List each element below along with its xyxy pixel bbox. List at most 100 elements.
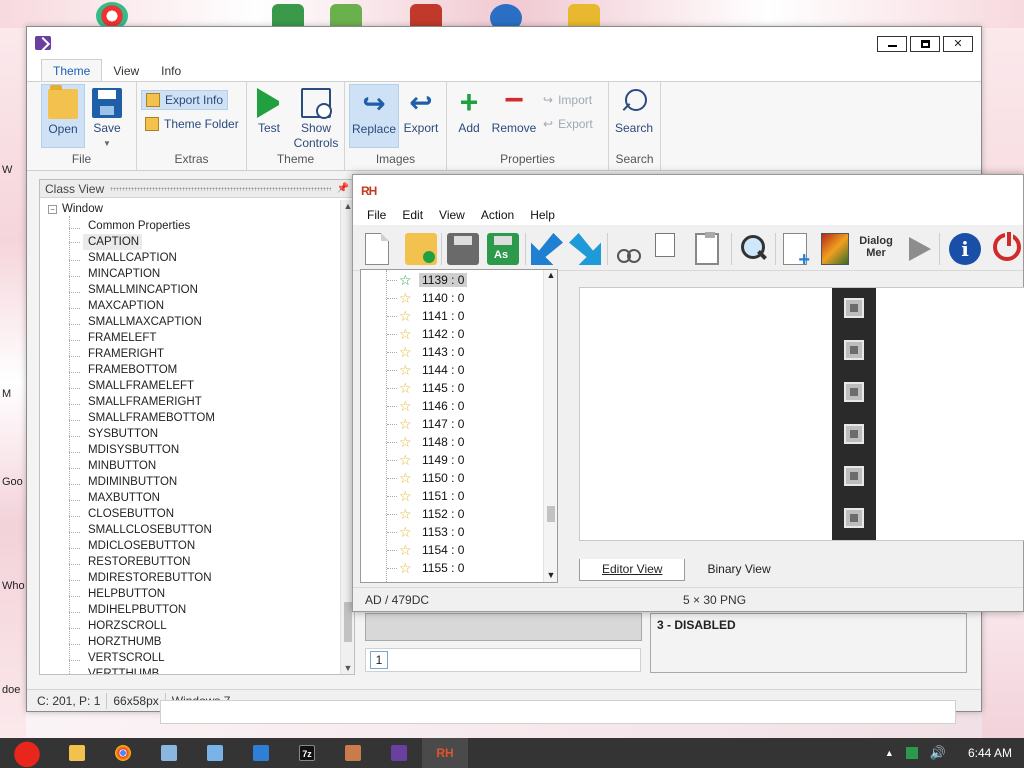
class-item[interactable]: HELPBUTTON — [83, 588, 168, 600]
dialog-merge-icon[interactable]: Dialog Mer — [857, 233, 895, 265]
class-item[interactable]: MDIRESTOREBUTTON — [83, 572, 215, 584]
class-item[interactable]: MINCAPTION — [83, 268, 163, 280]
class-item[interactable]: SMALLMAXCAPTION — [83, 316, 205, 328]
scroll-thumb[interactable] — [547, 506, 555, 522]
resource-item[interactable]: ☆ 1153 : 0 — [386, 523, 467, 541]
resource-item[interactable]: ☆ 1149 : 0 — [386, 451, 467, 469]
tab-binary-view[interactable]: Binary View — [685, 559, 792, 581]
resource-item[interactable]: ☆ 1143 : 0 — [386, 343, 467, 361]
search-button[interactable]: Search — [612, 84, 656, 148]
resource-item[interactable]: ☆ 1144 : 0 — [386, 361, 467, 379]
close-button[interactable]: ✕ — [943, 36, 973, 52]
class-item[interactable]: MINBUTTON — [83, 460, 159, 472]
taskbar-explorer[interactable] — [54, 738, 100, 768]
resource-item[interactable]: ☆ 1141 : 0 — [386, 307, 467, 325]
resource-item[interactable]: ☆ 1152 : 0 — [386, 505, 467, 523]
collapse-icon[interactable]: − — [48, 204, 57, 214]
resource-item[interactable]: ☆ 1139 : 0 — [386, 271, 468, 289]
menu-help[interactable]: Help — [522, 208, 563, 222]
maximize-button[interactable] — [910, 36, 940, 52]
theme-folder-button[interactable]: Theme Folder — [141, 114, 243, 134]
resource-item[interactable]: ☆ 1150 : 0 — [386, 469, 467, 487]
open-file-icon[interactable] — [405, 233, 437, 265]
menu-file[interactable]: File — [359, 208, 394, 222]
class-item[interactable]: FRAMERIGHT — [83, 348, 167, 360]
image-export-button[interactable]: ↩ Export — [399, 84, 443, 148]
show-hidden-icons-icon[interactable]: ▲ — [885, 748, 894, 758]
open-button[interactable]: Open — [41, 84, 85, 148]
replace-button[interactable]: ↪ Replace — [349, 84, 399, 148]
class-item[interactable]: SMALLFRAMELEFT — [83, 380, 197, 392]
class-item[interactable]: SMALLFRAMERIGHT — [83, 396, 205, 408]
scroll-down-icon[interactable]: ▼ — [544, 570, 558, 582]
taskbar-paint[interactable] — [146, 738, 192, 768]
resource-item[interactable]: ☆ 1142 : 0 — [386, 325, 467, 343]
taskbar-app[interactable] — [238, 738, 284, 768]
cut-icon[interactable] — [613, 233, 645, 265]
add-property-button[interactable]: + Add — [447, 84, 491, 148]
resource-item[interactable]: ☆ 1140 : 0 — [386, 289, 467, 307]
class-item[interactable]: SMALLFRAMEBOTTOM — [83, 412, 218, 424]
class-item[interactable]: MAXBUTTON — [83, 492, 163, 504]
taskbar-style-builder[interactable] — [376, 738, 422, 768]
class-item[interactable]: HORZTHUMB — [83, 636, 164, 648]
resource-item[interactable]: ☆ 1148 : 0 — [386, 433, 467, 451]
network-icon[interactable] — [905, 747, 918, 759]
taskbar-tool[interactable] — [330, 738, 376, 768]
export-info-button[interactable]: Export Info — [141, 90, 229, 110]
class-item[interactable]: FRAMEBOTTOM — [83, 364, 180, 376]
class-item[interactable]: RESTOREBUTTON — [83, 556, 193, 568]
taskbar-7zip[interactable]: 7z — [284, 738, 330, 768]
class-item[interactable]: FRAMELEFT — [83, 332, 159, 344]
rh-title-bar[interactable]: RH — [353, 175, 1023, 205]
export-property-button[interactable]: ↩ Export — [539, 114, 597, 134]
class-item[interactable]: CAPTION — [68, 234, 143, 250]
class-item[interactable]: MDISYSBUTTON — [83, 444, 182, 456]
menu-view[interactable]: View — [431, 208, 473, 222]
scroll-thumb[interactable] — [344, 602, 352, 642]
paste-icon[interactable] — [695, 232, 719, 265]
class-item[interactable]: MDICLOSEBUTTON — [83, 540, 198, 552]
add-resource-icon[interactable] — [783, 233, 810, 272]
taskbar-notepad[interactable] — [192, 738, 238, 768]
class-item[interactable]: SMALLMINCAPTION — [83, 284, 201, 296]
title-bar[interactable]: ✕ — [27, 27, 981, 59]
resource-item[interactable]: ☆ 1146 : 0 — [386, 397, 467, 415]
tab-info[interactable]: Info — [150, 60, 192, 81]
scroll-down-icon[interactable]: ▼ — [341, 662, 355, 674]
save-button[interactable]: Save ▼ — [85, 84, 129, 148]
class-item[interactable]: MDIHELPBUTTON — [83, 604, 189, 616]
image-index[interactable]: 1 — [370, 651, 388, 669]
start-button[interactable] — [0, 738, 54, 768]
save-dropdown-icon[interactable]: ▼ — [85, 136, 129, 151]
resource-item[interactable]: ☆ 1151 : 0 — [386, 487, 467, 505]
resource-tree-scrollbar[interactable]: ▲ ▼ — [543, 270, 557, 582]
class-item[interactable]: SMALLCAPTION — [83, 252, 180, 264]
open-resource-icon[interactable] — [569, 233, 601, 265]
resource-item[interactable]: ☆ 1145 : 0 — [386, 379, 467, 397]
import-property-button[interactable]: ↪ Import — [539, 90, 596, 110]
resource-item[interactable]: ☆ 1155 : 0 — [386, 559, 467, 577]
scroll-up-icon[interactable]: ▲ — [544, 270, 558, 282]
class-item[interactable]: Common Properties — [83, 220, 193, 232]
new-file-icon[interactable] — [365, 233, 389, 265]
volume-icon[interactable]: 🔊 — [930, 745, 946, 761]
tab-theme[interactable]: Theme — [41, 59, 103, 81]
class-item[interactable]: MAXCAPTION — [83, 300, 167, 312]
menu-edit[interactable]: Edit — [394, 208, 431, 222]
compile-icon[interactable] — [531, 233, 563, 265]
exit-icon[interactable] — [993, 230, 1021, 261]
class-item[interactable]: VERTSCROLL — [83, 652, 167, 664]
class-item[interactable]: VERTTHUMB — [83, 668, 162, 674]
save-as-icon[interactable] — [487, 233, 519, 265]
class-item[interactable]: CLOSEBUTTON — [83, 508, 177, 520]
class-item[interactable]: MDIMINBUTTON — [83, 476, 180, 488]
clock[interactable]: 6:44 AM — [968, 746, 1012, 760]
tree-root-window[interactable]: − Window — [48, 202, 103, 216]
copy-icon[interactable] — [655, 233, 675, 257]
save-icon[interactable] — [447, 233, 479, 265]
pin-icon[interactable]: 📌 — [337, 183, 349, 194]
run-script-icon[interactable] — [909, 237, 931, 261]
tab-editor-view[interactable]: Editor View — [579, 559, 686, 581]
class-item[interactable]: SMALLCLOSEBUTTON — [83, 524, 215, 536]
